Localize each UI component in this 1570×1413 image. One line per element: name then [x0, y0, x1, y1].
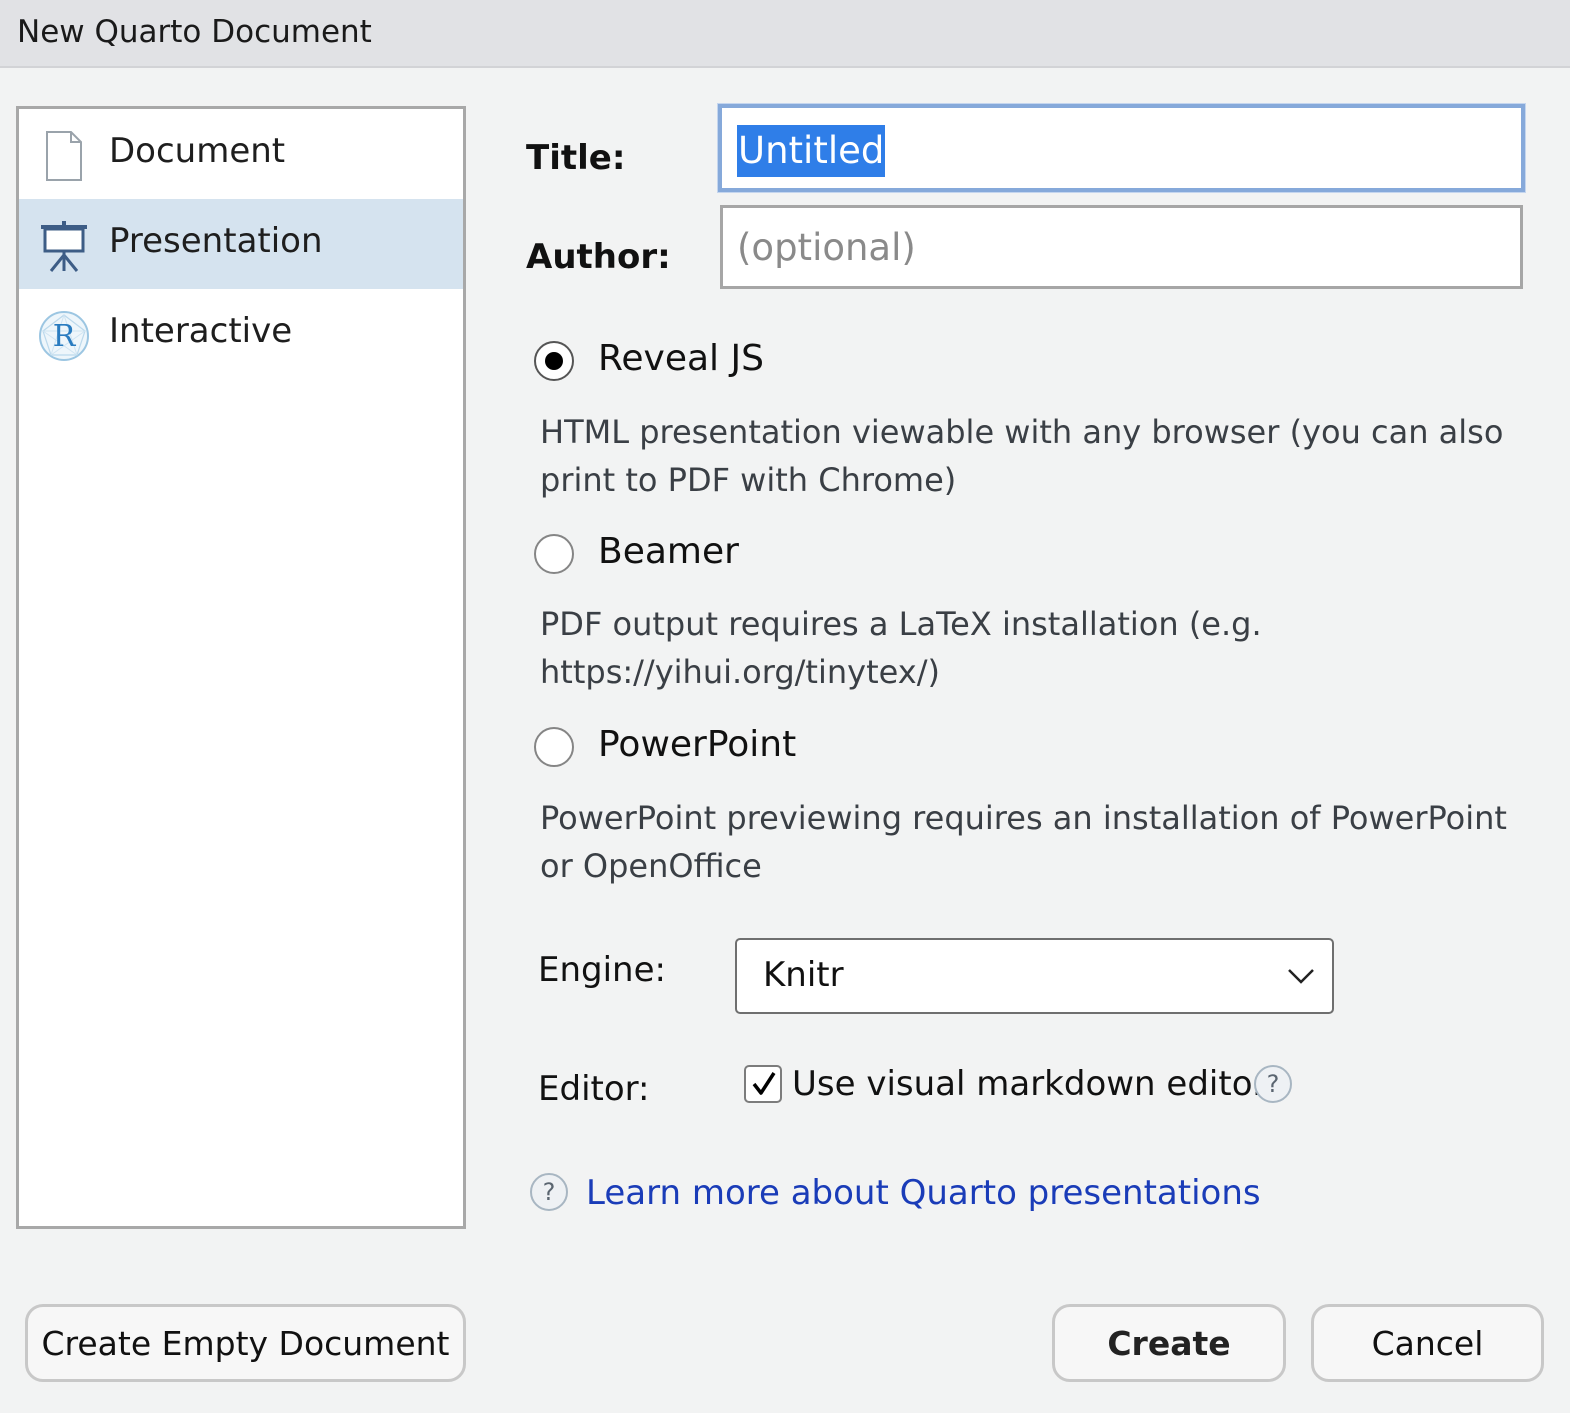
presentation-easel-icon	[37, 219, 91, 273]
format-description-revealjs: HTML presentation viewable with any brow…	[540, 413, 1504, 499]
learn-more-link[interactable]: Learn more about Quarto presentations	[586, 1173, 1261, 1213]
document-icon	[37, 129, 91, 183]
cancel-button[interactable]: Cancel	[1311, 1304, 1544, 1382]
create-button[interactable]: Create	[1052, 1304, 1286, 1382]
template-label: Interactive	[109, 311, 293, 351]
chevron-down-icon	[1286, 964, 1316, 988]
template-label: Presentation	[109, 221, 323, 261]
editor-help-icon[interactable]: ?	[1254, 1065, 1292, 1103]
template-list: Document Presentation R Interactive	[16, 106, 466, 1229]
create-empty-document-button[interactable]: Create Empty Document	[25, 1304, 466, 1382]
format-description-beamer: PDF output requires a LaTeX installation…	[540, 605, 1262, 691]
format-description-powerpoint: PowerPoint previewing requires an instal…	[540, 799, 1507, 885]
template-label: Document	[109, 131, 286, 171]
r-logo-icon: R	[37, 309, 91, 363]
template-item-interactive[interactable]: R Interactive	[19, 289, 463, 379]
format-radio-beamer[interactable]	[534, 534, 574, 574]
format-radio-revealjs[interactable]	[534, 341, 574, 381]
engine-select[interactable]: Knitr	[735, 938, 1334, 1014]
format-label-revealjs: Reveal JS	[598, 338, 764, 379]
visual-editor-label[interactable]: Use visual markdown editor	[792, 1064, 1266, 1104]
dialog-title: New Quarto Document	[17, 14, 372, 50]
template-item-presentation[interactable]: Presentation	[19, 199, 463, 289]
checkmark-icon	[752, 1072, 776, 1095]
format-radio-powerpoint[interactable]	[534, 727, 574, 767]
template-item-document[interactable]: Document	[19, 109, 463, 199]
editor-label: Editor:	[538, 1069, 650, 1109]
visual-editor-checkbox[interactable]	[744, 1065, 782, 1103]
svg-text:R: R	[53, 319, 77, 354]
learn-more-help-icon[interactable]: ?	[530, 1173, 568, 1211]
format-label-powerpoint: PowerPoint	[598, 724, 797, 765]
new-quarto-document-dialog: New Quarto Document Document Presentatio…	[0, 0, 1570, 1413]
title-input-value: Untitled	[737, 125, 886, 177]
engine-label: Engine:	[538, 950, 666, 990]
title-input[interactable]: Untitled	[718, 104, 1525, 192]
engine-select-value: Knitr	[763, 955, 844, 995]
author-label: Author:	[526, 237, 671, 277]
format-label-beamer: Beamer	[598, 531, 739, 572]
author-input[interactable]	[720, 205, 1523, 289]
title-label: Title:	[526, 138, 626, 178]
dialog-titlebar[interactable]: New Quarto Document	[0, 0, 1570, 68]
